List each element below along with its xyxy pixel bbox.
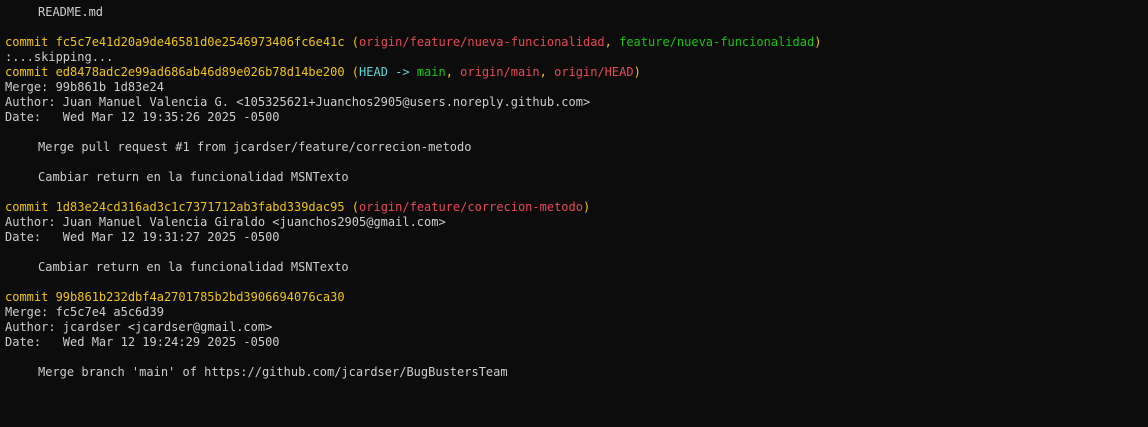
- commit-message: Merge branch 'main' of https://github.co…: [38, 365, 508, 379]
- terminal-output: README.md commit fc5c7e41d20a9de46581d0e…: [5, 5, 1148, 427]
- ref-separator: ,: [539, 65, 555, 79]
- commit-header: commit 1d83e24cd316ad3c1c7371712ab3fabd3…: [5, 200, 1148, 215]
- ref-paren-close: ): [582, 200, 591, 214]
- ref-paren-open: (: [344, 65, 360, 79]
- ref-remote-branch: origin/feature/nueva-funcionalidad: [359, 35, 605, 49]
- commit-header: commit 99b861b232dbf4a2701785b2bd3906694…: [5, 290, 1148, 305]
- commit-author: Author: Juan Manuel Valencia G. <1053256…: [5, 95, 591, 109]
- ref-local-branch: main: [416, 65, 446, 79]
- commit-hash: commit ed8478adc2e99ad686ab46d89e026b78d…: [5, 65, 345, 79]
- commit-author: Author: Juan Manuel Valencia Giraldo <ju…: [5, 215, 446, 229]
- commit-merge: Merge: 99b861b 1d83e24: [5, 80, 164, 94]
- commit-hash: commit fc5c7e41d20a9de46581d0e2546973406…: [5, 35, 345, 49]
- file-entry: README.md: [38, 5, 104, 19]
- commit-message: Cambiar return en la funcionalidad MSNTe…: [38, 170, 349, 184]
- ref-local-branch: feature/nueva-funcionalidad: [619, 35, 815, 49]
- ref-paren-open: (: [344, 35, 360, 49]
- commit-hash: commit 1d83e24cd316ad3c1c7371712ab3fabd3…: [5, 200, 345, 214]
- ref-head: HEAD ->: [359, 65, 417, 79]
- commit-header: commit fc5c7e41d20a9de46581d0e2546973406…: [5, 35, 1148, 50]
- ref-remote-head: origin/HEAD: [554, 65, 634, 79]
- commit-author: Author: jcardser <jcardser@gmail.com>: [5, 320, 273, 334]
- commit-hash: commit 99b861b232dbf4a2701785b2bd3906694…: [5, 290, 345, 304]
- ref-paren-open: (: [344, 200, 360, 214]
- commit-date: Date: Wed Mar 12 19:35:26 2025 -0500: [5, 110, 280, 124]
- ref-paren-close: ): [633, 65, 641, 79]
- commit-message: Cambiar return en la funcionalidad MSNTe…: [38, 260, 349, 274]
- commit-date: Date: Wed Mar 12 19:31:27 2025 -0500: [5, 230, 280, 244]
- commit-header: commit ed8478adc2e99ad686ab46d89e026b78d…: [5, 65, 1148, 80]
- pager-skipping: :...skipping...: [5, 50, 114, 64]
- ref-separator: ,: [604, 35, 620, 49]
- ref-remote-branch: origin/main: [460, 65, 540, 79]
- ref-separator: ,: [445, 65, 461, 79]
- ref-paren-close: ): [814, 35, 822, 49]
- commit-date: Date: Wed Mar 12 19:24:29 2025 -0500: [5, 335, 280, 349]
- commit-message: Merge pull request #1 from jcardser/feat…: [38, 140, 472, 154]
- commit-merge: Merge: fc5c7e4 a5c6d39: [5, 305, 164, 319]
- ref-remote-branch: origin/feature/correcion-metodo: [359, 200, 583, 214]
